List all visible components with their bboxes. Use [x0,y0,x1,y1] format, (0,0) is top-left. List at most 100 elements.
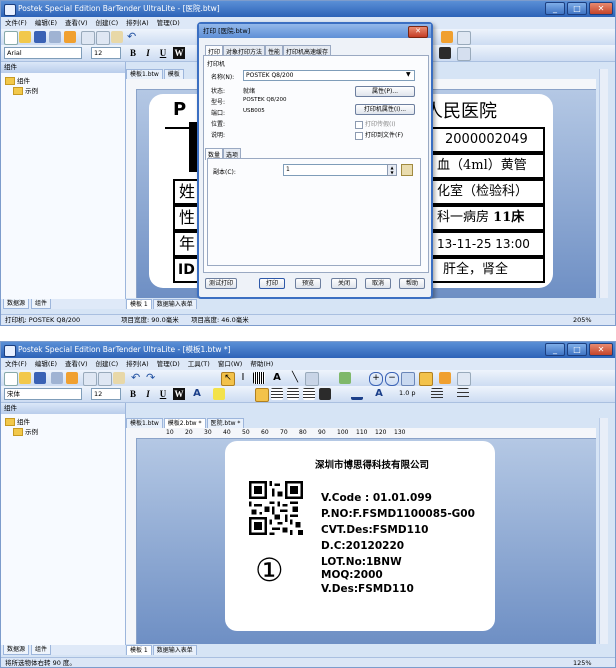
chevron-down-icon[interactable]: ▼ [406,71,411,78]
table-icon[interactable] [457,31,471,45]
menu-arrange[interactable]: 排列(A) [122,17,153,29]
undo-icon[interactable]: ↶ [127,31,139,43]
italic-button[interactable]: I [142,47,154,59]
redo-icon[interactable]: ↷ [146,372,158,384]
zoom-out-icon[interactable]: − [385,372,399,386]
vertical-scrollbar[interactable] [599,418,608,644]
line-style-icon[interactable] [457,47,471,61]
table-icon[interactable] [457,372,471,386]
properties-button[interactable]: 属性(P)... [355,86,415,97]
tab-template1[interactable]: 模板1.btw [126,69,163,79]
tab-data-entry-form[interactable]: 数据输入表单 [152,645,197,655]
font-size-select[interactable]: 12 [91,388,121,400]
justify-icon[interactable] [303,388,315,400]
tab-data-entry-form[interactable]: 数据输入表单 [152,299,197,309]
dash-style-icon[interactable] [457,388,469,400]
menu-help[interactable]: 帮助(H) [246,358,277,370]
text-cursor-icon[interactable]: I [237,372,249,384]
tab-components[interactable]: 组件 [31,645,52,655]
line-color-icon[interactable] [351,388,363,400]
tab-hospital[interactable]: 医院.btw * [206,418,245,428]
test-print-button[interactable]: 测试打印 [205,278,237,289]
shape-icon[interactable] [305,372,319,386]
label-canvas[interactable]: 深圳市博思得科技有限公司 ① V.Code : 01.01.099 P.NO:F… [225,441,495,631]
new-icon[interactable] [4,372,18,386]
close-dialog-button[interactable]: 关闭 [331,278,357,289]
cut-icon[interactable] [81,31,95,45]
fit-icon[interactable] [419,372,433,386]
copy-icon[interactable] [98,372,112,386]
line-color-icon[interactable] [439,47,451,59]
undo-icon[interactable]: ↶ [131,372,143,384]
font-color-icon[interactable]: A [191,388,203,400]
menu-create[interactable]: 创建(C) [92,17,123,29]
menu-arrange[interactable]: 排列(A) [122,358,153,370]
tab-data-sources[interactable]: 数据源 [3,299,30,309]
print-icon[interactable] [49,31,61,43]
barcode-icon[interactable] [253,372,265,384]
grid-icon[interactable] [439,372,451,384]
menu-edit[interactable]: 编辑(E) [31,17,61,29]
font-size-select[interactable]: 12 [91,47,121,59]
status-zoom[interactable]: 125% [573,658,592,667]
menu-tools[interactable]: 工具(T) [184,358,214,370]
menu-view[interactable]: 查看(V) [61,17,92,29]
copy-icon[interactable] [96,31,110,45]
new-icon[interactable] [4,31,18,45]
print-button[interactable]: 打印 [259,278,285,289]
cut-icon[interactable] [83,372,97,386]
maximize-button[interactable]: □ [567,2,587,15]
underline-button[interactable]: U [157,388,169,400]
menu-create[interactable]: 创建(C) [92,358,123,370]
copies-spinner[interactable]: ▲ ▼ [387,164,397,176]
tab-template-1[interactable]: 模板 1 [126,299,152,309]
line-icon[interactable]: ╲ [289,372,301,384]
paste-icon[interactable] [113,372,125,384]
print-preview-icon[interactable] [64,31,76,43]
status-zoom[interactable]: 205% [573,315,592,325]
line-width-select[interactable]: 1.0 p [397,388,427,400]
menu-manage[interactable]: 管理(D) [153,358,184,370]
italic-button[interactable]: I [142,388,154,400]
minimize-button[interactable]: _ [545,343,565,356]
text-icon[interactable]: A [271,372,283,384]
tab-template[interactable]: 模板 [163,69,184,79]
vertical-scrollbar[interactable] [599,69,608,298]
font-name-select[interactable]: Arial [4,47,82,59]
line-style-icon[interactable] [431,388,443,400]
save-icon[interactable] [34,31,46,43]
highlight-icon[interactable] [213,388,225,400]
minimize-button[interactable]: _ [545,2,565,15]
grid-icon[interactable] [441,31,453,43]
tab-components[interactable]: 组件 [31,299,52,309]
zoom-page-icon[interactable] [401,372,415,386]
bold-button[interactable]: B [127,388,139,400]
picture-icon[interactable] [339,372,351,384]
fill-icon[interactable] [319,388,331,400]
save-icon[interactable] [34,372,46,384]
reverse-button[interactable]: W [173,47,185,59]
print-to-file-checkbox[interactable]: 打印到文件(F) [355,130,403,140]
menu-file[interactable]: 文件(F) [1,358,31,370]
align-left-icon[interactable] [255,388,269,402]
menu-file[interactable]: 文件(F) [1,17,31,29]
open-folder-icon[interactable] [19,372,31,384]
tab-data-sources[interactable]: 数据源 [3,645,30,655]
select-pointer-icon[interactable]: ↖ [221,372,235,386]
print-preview-checkbox[interactable]: 打印传假(I) [355,119,395,129]
tab-template1[interactable]: 模板1.btw [126,418,163,428]
preview-button[interactable]: 预览 [295,278,321,289]
align-right-icon[interactable] [287,388,299,400]
copies-database-icon[interactable] [401,164,413,176]
printer-name-select[interactable]: POSTEK Q8/200 [243,70,415,81]
tab-template-1[interactable]: 模板 1 [126,645,152,655]
tree-item-components[interactable]: 组件 [5,76,30,86]
align-center-icon[interactable] [271,388,283,400]
underline-button[interactable]: U [157,47,169,59]
reverse-button[interactable]: W [173,388,185,400]
fill-color-icon[interactable]: A [373,388,385,400]
close-button[interactable]: ✕ [589,343,613,356]
paste-icon[interactable] [111,31,123,43]
bold-button[interactable]: B [127,47,139,59]
tree-item-samples[interactable]: 示例 [13,86,38,96]
